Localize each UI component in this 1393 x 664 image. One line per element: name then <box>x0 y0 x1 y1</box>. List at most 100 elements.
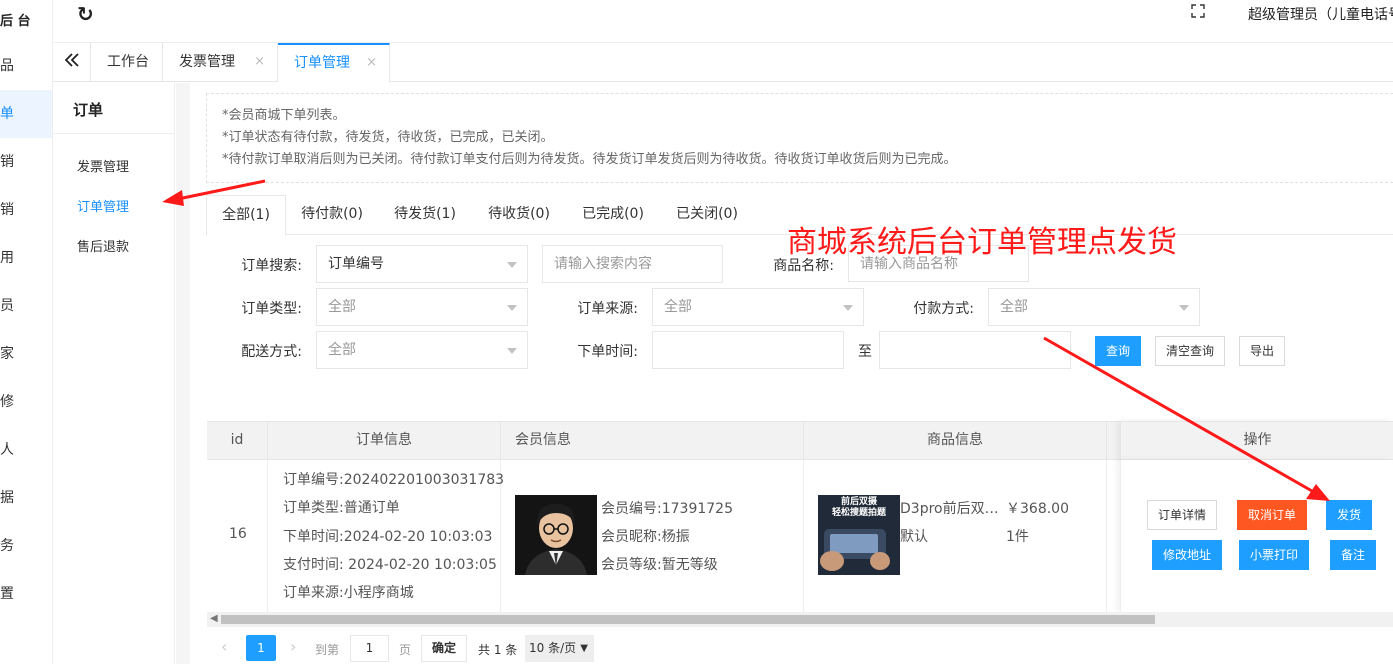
tab-label: 订单管理 <box>294 55 350 71</box>
order-type-select[interactable]: 全部 <box>316 288 528 326</box>
status-tab-all[interactable]: 全部(1) <box>206 195 286 236</box>
page-number-current[interactable]: 1 <box>246 635 276 661</box>
product-image-caption: 前后双摄 <box>840 497 877 507</box>
query-button[interactable]: 查询 <box>1095 336 1141 366</box>
sidebar-item-members[interactable]: 员 <box>0 282 52 330</box>
sidebar-item-settings[interactable]: 置 <box>0 570 52 618</box>
column-header-order-info: 订单信息 <box>268 422 501 460</box>
subnav-item-refunds[interactable]: 售后退款 <box>77 236 129 255</box>
remark-button[interactable]: 备注 <box>1330 540 1376 570</box>
sidebar-item-people[interactable]: 人 <box>0 426 52 474</box>
sidebar-item-finance[interactable]: 务 <box>0 522 52 570</box>
ship-button[interactable]: 发货 <box>1326 500 1372 530</box>
close-icon[interactable]: × <box>366 45 377 81</box>
sidebar-item-products[interactable]: 品 <box>0 42 52 90</box>
sidebar-item-label: 用 <box>0 250 14 266</box>
sidebar-item-label: 销 <box>0 154 14 170</box>
column-header-product-info: 商品信息 <box>804 422 1107 460</box>
notice-box: *会员商城下单列表。 *订单状态有待付款，待发货，待收货，已完成，已关闭。 *待… <box>206 93 1393 183</box>
sidebar-item-decoration[interactable]: 修 <box>0 378 52 426</box>
sub-navigation: 订单 发票管理 订单管理 售后退款 <box>53 83 175 664</box>
pagination: ‹ 1 › 到第 1 页 确定 共 1 条 10 条/页 ▼ <box>207 632 707 664</box>
select-value: 10 条/页 <box>529 641 577 655</box>
sidebar-item-label: 员 <box>0 298 14 314</box>
tab-invoice-management[interactable]: 发票管理 × <box>163 43 278 82</box>
order-time: 下单时间:2024-02-20 10:03:03 <box>283 529 493 545</box>
order-search-type-select[interactable]: 订单编号 <box>316 245 528 283</box>
double-chevron-left-icon[interactable] <box>53 43 91 82</box>
page-size-select[interactable]: 10 条/页 ▼ <box>525 635 594 662</box>
chevron-down-icon <box>507 348 517 354</box>
admin-user-menu[interactable]: 超级管理员（儿童电话号 <box>1248 4 1393 24</box>
status-tab-pending-payment[interactable]: 待付款(0) <box>286 195 378 235</box>
order-detail-button[interactable]: 订单详情 <box>1147 500 1217 530</box>
chevron-down-icon <box>507 305 517 311</box>
sidebar-item-merchants[interactable]: 家 <box>0 330 52 378</box>
tab-label: 工作台 <box>107 54 149 70</box>
page-unit-label: 页 <box>399 643 412 657</box>
cell-member-info: 会员编号:17391725 会员昵称:杨振 会员等级:暂无等级 <box>501 460 804 612</box>
status-tab-completed[interactable]: 已完成(0) <box>566 195 660 235</box>
product-image: 前后双摄 轻松搜题拍题 <box>818 495 900 575</box>
next-page-icon[interactable]: › <box>290 637 296 656</box>
member-nickname: 会员昵称:杨振 <box>601 529 690 545</box>
scroll-left-icon[interactable]: ◀ <box>210 613 218 624</box>
member-level: 会员等级:暂无等级 <box>601 557 718 573</box>
tab-workbench[interactable]: 工作台 <box>91 43 163 82</box>
goto-confirm-button[interactable]: 确定 <box>421 635 467 662</box>
order-type-label: 订单类型: <box>241 301 302 317</box>
sidebar-item-sales[interactable]: 销 <box>0 138 52 186</box>
tab-order-management[interactable]: 订单管理 × <box>278 43 390 82</box>
horizontal-scrollbar[interactable]: ◀ <box>207 612 1393 627</box>
delivery-select[interactable]: 全部 <box>316 331 528 369</box>
column-header-member-info: 会员信息 <box>501 422 804 460</box>
product-quantity: 1件 <box>1006 529 1029 545</box>
close-icon[interactable]: × <box>254 43 265 81</box>
status-tab-pending-shipment[interactable]: 待发货(1) <box>378 195 472 235</box>
select-value: 订单编号 <box>328 256 384 272</box>
sidebar-item-marketing[interactable]: 销 <box>0 186 52 234</box>
order-time-end-input[interactable] <box>879 331 1071 369</box>
status-tab-pending-receipt[interactable]: 待收货(0) <box>472 195 566 235</box>
select-value: 全部 <box>328 299 356 315</box>
goto-page-input[interactable]: 1 <box>350 635 389 662</box>
cancel-order-button[interactable]: 取消订单 <box>1237 500 1307 530</box>
sidebar-item-orders[interactable]: 单 <box>0 90 52 138</box>
fullscreen-icon[interactable] <box>1191 4 1205 21</box>
sidebar-item-label: 家 <box>0 346 14 362</box>
refresh-icon[interactable]: ↻ <box>77 2 94 26</box>
column-header-actions-wrapper: 操作 <box>1120 421 1393 460</box>
annotation-text: 商城系统后台订单管理点发货 <box>787 225 1177 260</box>
chevron-down-icon <box>1179 305 1189 311</box>
export-button[interactable]: 导出 <box>1239 336 1285 366</box>
subnav-item-invoices[interactable]: 发票管理 <box>77 156 129 175</box>
pay-method-select[interactable]: 全部 <box>988 288 1200 326</box>
sidebar-item-data[interactable]: 据 <box>0 474 52 522</box>
sidebar-item-users[interactable]: 用 <box>0 234 52 282</box>
status-tab-closed[interactable]: 已关闭(0) <box>660 195 754 235</box>
order-type: 订单类型:普通订单 <box>283 500 400 516</box>
order-number: 订单编号:202402201003031783 <box>283 472 505 488</box>
sidebar-item-label: 修 <box>0 394 14 410</box>
edit-address-button[interactable]: 修改地址 <box>1152 540 1222 570</box>
tab-label: 发票管理 <box>179 54 235 70</box>
chevron-down-icon <box>843 305 853 311</box>
clear-query-button[interactable]: 清空查询 <box>1155 336 1225 366</box>
order-source-select[interactable]: 全部 <box>652 288 864 326</box>
app-logo: 后 台 <box>0 14 31 29</box>
notice-line: *订单状态有待付款，待发货，待收货，已完成，已关闭。 <box>222 130 554 145</box>
order-time-start-input[interactable] <box>652 331 844 369</box>
prev-page-icon[interactable]: ‹ <box>221 637 227 656</box>
scrollbar-thumb[interactable] <box>221 615 1155 624</box>
column-header-id: id <box>207 422 268 460</box>
cell-actions: 订单详情 取消订单 发货 修改地址 小票打印 备注 <box>1120 460 1393 612</box>
subnav-title: 订单 <box>73 101 104 119</box>
page-tabs: 工作台 发票管理 × 订单管理 × <box>53 42 1393 82</box>
print-receipt-button[interactable]: 小票打印 <box>1239 540 1309 570</box>
member-id: 会员编号:17391725 <box>601 501 733 517</box>
top-bar: ↻ 超级管理员（儿童电话号 <box>53 0 1393 42</box>
notice-line: *待付款订单取消后则为已关闭。待付款订单支付后则为待发货。待发货订单发货后则为待… <box>222 152 957 167</box>
sidebar-item-label: 务 <box>0 538 14 554</box>
subnav-item-orders[interactable]: 订单管理 <box>77 196 129 215</box>
search-input[interactable]: 请输入搜索内容 <box>542 245 723 283</box>
